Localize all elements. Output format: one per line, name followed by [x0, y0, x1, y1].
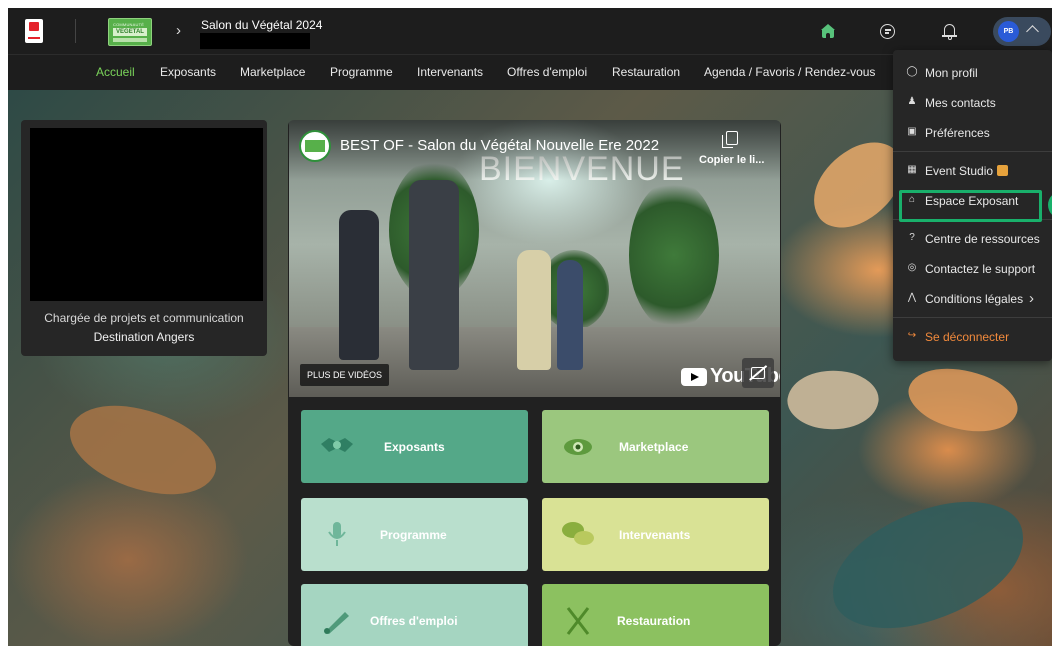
menu-item-logout[interactable]: ↪ Se déconnecter — [893, 324, 1052, 350]
nav-item-agenda[interactable]: Agenda / Favoris / Rendez-vous — [704, 65, 875, 79]
home-icon[interactable] — [818, 22, 838, 42]
copy-link-label[interactable]: Copier le li... — [699, 154, 764, 166]
tile-label: Programme — [380, 528, 447, 542]
bell-icon[interactable] — [940, 22, 960, 42]
background-petal — [783, 362, 883, 438]
app-logo[interactable] — [25, 19, 43, 43]
tile-label: Marketplace — [619, 440, 689, 454]
nav-item-marketplace[interactable]: Marketplace — [240, 65, 305, 79]
menu-item-mon-profil[interactable]: ◯ Mon profil — [893, 60, 1052, 86]
menu-item-preferences[interactable]: ▣ Préférences — [893, 120, 1052, 146]
calendar-icon: ▦ — [907, 164, 917, 175]
pen-leaf-icon — [324, 612, 349, 634]
tile-label: Exposants — [384, 440, 445, 454]
help-icon: ? — [909, 232, 915, 243]
top-bar: COMMUNAUTÉ VEGETAL › Salon du Végétal 20… — [8, 8, 1052, 54]
chat-icon[interactable] — [878, 22, 898, 42]
tile-offres-emploi[interactable]: Offres d'emploi — [301, 584, 528, 646]
preferences-icon: ▣ — [907, 126, 917, 137]
menu-item-mes-contacts[interactable]: ♟ Mes contacts — [893, 90, 1052, 116]
user-circle-icon: ◯ — [906, 66, 918, 77]
eye-icon — [564, 439, 592, 455]
profile-photo — [30, 128, 263, 301]
video-title[interactable]: BEST OF - Salon du Végétal Nouvelle Ere … — [340, 137, 659, 154]
chevron-up-icon — [1026, 25, 1039, 38]
nav-item-accueil[interactable]: Accueil — [96, 65, 135, 79]
copy-icon[interactable] — [722, 131, 738, 148]
menu-item-support[interactable]: ◎ Contactez le support — [893, 256, 1052, 282]
microphone-icon — [328, 522, 346, 546]
menu-divider — [893, 317, 1052, 318]
nav-item-intervenants[interactable]: Intervenants — [417, 65, 483, 79]
chevron-right-icon: › — [1029, 290, 1034, 307]
profile-role: Chargée de projets et communication — [44, 311, 244, 325]
video-person — [409, 180, 459, 370]
logout-icon: ↪ — [907, 330, 917, 341]
video-player[interactable]: BIENVENUE BEST OF - Salon du Végétal Nou… — [289, 120, 780, 397]
video-person — [557, 260, 583, 370]
menu-item-centre-ressources[interactable]: ? Centre de ressources — [893, 226, 1052, 252]
support-icon: ◎ — [907, 262, 917, 273]
crown-badge-icon — [997, 165, 1008, 176]
profile-card[interactable]: Chargée de projets et communication Dest… — [21, 120, 267, 356]
tile-programme[interactable]: Programme — [301, 498, 528, 571]
nav-item-programme[interactable]: Programme — [330, 65, 393, 79]
nav-item-offres-emploi[interactable]: Offres d'emploi — [507, 65, 587, 79]
menu-item-conditions-legales[interactable]: ⋀ Conditions légales › — [893, 286, 1052, 312]
tile-label: Restauration — [617, 614, 691, 628]
user-menu-toggle[interactable]: PB — [993, 17, 1051, 46]
channel-avatar[interactable] — [299, 130, 331, 162]
tile-marketplace[interactable]: Marketplace — [542, 410, 769, 483]
chevron-right-icon: › — [176, 22, 181, 39]
divider — [75, 19, 76, 43]
nav-item-restauration[interactable]: Restauration — [612, 65, 680, 79]
event-logo[interactable]: COMMUNAUTÉ VEGETAL — [108, 18, 152, 46]
youtube-play-icon — [681, 367, 707, 386]
tile-exposants[interactable]: Exposants — [301, 410, 528, 483]
menu-divider — [893, 151, 1052, 152]
home-panel: BIENVENUE BEST OF - Salon du Végétal Nou… — [288, 120, 781, 646]
tile-label: Intervenants — [619, 528, 691, 542]
handshake-icon — [321, 438, 353, 452]
profile-organization: Destination Angers — [93, 330, 195, 344]
tile-label: Offres d'emploi — [370, 614, 458, 628]
subtitles-off-icon[interactable] — [742, 358, 774, 388]
background-petal — [58, 382, 228, 518]
tile-restauration[interactable]: Restauration — [542, 584, 769, 646]
event-title[interactable]: Salon du Végétal 2024 — [201, 18, 322, 32]
event-logo-text: VEGETAL — [116, 29, 144, 35]
more-videos-button[interactable]: PLUS DE VIDÉOS — [300, 364, 390, 386]
tile-intervenants[interactable]: Intervenants — [542, 498, 769, 571]
event-logo-top: COMMUNAUTÉ — [113, 22, 145, 27]
video-person — [517, 250, 551, 370]
avatar: PB — [998, 21, 1019, 42]
background-leaf — [817, 485, 1039, 645]
highlight-box — [899, 190, 1042, 222]
cutlery-icon — [566, 607, 590, 635]
background-petal — [901, 352, 1025, 448]
speech-bubbles-icon — [562, 522, 594, 545]
nav-item-exposants[interactable]: Exposants — [160, 65, 216, 79]
legal-icon: ⋀ — [907, 292, 917, 303]
app-window: COMMUNAUTÉ VEGETAL › Salon du Végétal 20… — [8, 8, 1052, 646]
contacts-icon: ♟ — [907, 96, 917, 107]
video-person — [339, 210, 379, 360]
redacted-area — [200, 33, 310, 49]
menu-item-event-studio[interactable]: ▦ Event Studio — [893, 158, 1052, 184]
